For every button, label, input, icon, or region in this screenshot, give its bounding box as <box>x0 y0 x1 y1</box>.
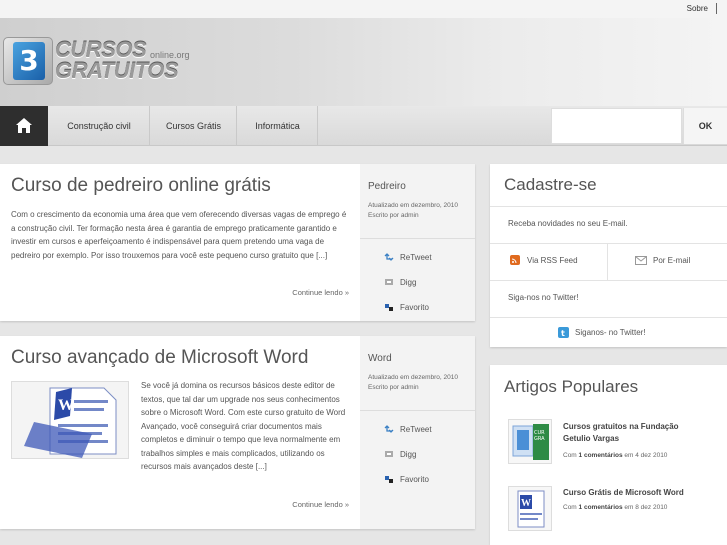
post-updated: Atualizado em dezembro, 2010 Escrito por… <box>368 373 458 392</box>
meta-date: em 4 dez 2010 <box>622 452 668 459</box>
retweet-icon <box>384 425 394 433</box>
favorite-icon <box>385 476 393 483</box>
popular-thumbnail-image: W <box>517 490 545 528</box>
rss-feed-link[interactable]: Via RSS Feed <box>527 256 578 265</box>
post-author: Escrito por admin <box>368 211 419 219</box>
continue-reading-link[interactable]: Continue lendo » <box>292 500 349 509</box>
meta-date: em 8 dez 2010 <box>622 504 668 511</box>
mail-icon <box>635 256 647 265</box>
continue-reading-link[interactable]: Continue lendo » <box>292 288 349 297</box>
signup-title: Cadastre-se <box>504 175 597 194</box>
thumbnail-float-spacer <box>11 379 141 461</box>
site-logo[interactable]: 3 CURSOS online.org GRATUITOS <box>3 37 203 101</box>
popular-thumbnail[interactable]: CUR GRA <box>508 419 552 464</box>
meta-prefix: Com <box>563 452 579 459</box>
search-ok-button[interactable]: OK <box>683 108 727 144</box>
email-info-text: Receba novidades no seu E-mail. <box>508 219 628 228</box>
post-title[interactable]: Curso de pedreiro online grátis <box>11 175 271 197</box>
twitter-info-row: Siga-nos no Twitter! <box>490 280 727 317</box>
signup-panel: Cadastre-se Receba novidades no seu E-ma… <box>490 164 727 347</box>
retweet-link[interactable]: ReTweet <box>400 253 432 262</box>
digg-icon <box>385 279 393 285</box>
post-updated-date: Atualizado em dezembro, 2010 <box>368 202 458 209</box>
svg-text:W: W <box>521 498 531 509</box>
logo-badge: 3 <box>3 37 53 85</box>
logo-line2: GRATUITOS <box>55 58 179 83</box>
post-card: Curso avançado de Microsoft Word W Se vo… <box>0 336 475 529</box>
post-updated-date: Atualizado em dezembro, 2010 <box>368 374 458 381</box>
email-subscribe-link[interactable]: Por E-mail <box>653 256 690 265</box>
digg-link[interactable]: Digg <box>400 278 416 287</box>
home-button[interactable] <box>0 106 48 146</box>
email-info-row: Receba novidades no seu E-mail. <box>490 206 727 243</box>
favorite-icon <box>385 304 393 311</box>
popular-thumbnail-image: CUR GRA <box>512 424 549 460</box>
digg-icon <box>385 451 393 457</box>
post-author: Escrito por admin <box>368 383 419 391</box>
popular-title: Artigos Populares <box>504 377 639 396</box>
meta-divider <box>360 238 475 239</box>
main-nav: Construção civil Cursos Grátis Informáti… <box>0 106 727 146</box>
post-category[interactable]: Word <box>368 353 392 364</box>
nav-item-construcao-civil[interactable]: Construção civil <box>49 106 150 146</box>
favorite-link[interactable]: Favorito <box>400 475 429 484</box>
post-excerpt: Se você já domina os recursos básicos de… <box>11 379 351 474</box>
retweet-icon <box>384 253 394 261</box>
popular-thumbnail[interactable]: W <box>508 486 552 531</box>
meta-divider <box>360 410 475 411</box>
digg-link[interactable]: Digg <box>400 450 416 459</box>
post-title[interactable]: Curso avançado de Microsoft Word <box>11 347 308 369</box>
popular-article-title[interactable]: Curso Grátis de Microsoft Word <box>563 487 684 499</box>
subscribe-row: Via RSS Feed Por E-mail <box>490 243 727 281</box>
search-input[interactable] <box>551 108 682 144</box>
nav-item-cursos-gratis[interactable]: Cursos Grátis <box>151 106 237 146</box>
popular-article-title-line2: Getulio Vargas <box>563 434 620 443</box>
popular-article-meta: Com 1 comentários em 8 dez 2010 <box>563 504 667 511</box>
twitter-follow-link[interactable]: Siganos- no Twitter! <box>575 328 646 337</box>
post-meta-sidebar: Pedreiro Atualizado em dezembro, 2010 Es… <box>360 164 475 321</box>
popular-article-meta: Com 1 comentários em 4 dez 2010 <box>563 452 667 459</box>
svg-text:t: t <box>561 329 565 338</box>
twitter-icon: t <box>558 327 569 338</box>
site-header: 3 CURSOS online.org GRATUITOS <box>0 18 727 106</box>
nav-item-informatica[interactable]: Informática <box>238 106 318 146</box>
popular-articles-panel: Artigos Populares CUR GRA Cursos gratuit… <box>490 365 727 545</box>
comment-count[interactable]: 1 comentários <box>579 504 623 511</box>
rss-icon <box>510 255 520 265</box>
twitter-info-text: Siga-nos no Twitter! <box>508 293 579 302</box>
popular-article-title[interactable]: Cursos gratuitos na Fundação Getulio Var… <box>563 421 679 445</box>
post-card: Curso de pedreiro online grátis Com o cr… <box>0 164 475 321</box>
svg-text:GRA: GRA <box>534 436 545 442</box>
logo-badge-number: 3 <box>13 42 45 80</box>
sobre-link[interactable]: Sobre <box>687 4 708 13</box>
meta-prefix: Com <box>563 504 579 511</box>
subscribe-divider <box>607 244 608 281</box>
post-excerpt-text: Se você já domina os recursos básicos de… <box>141 381 346 471</box>
comment-count[interactable]: 1 comentários <box>579 452 623 459</box>
post-updated: Atualizado em dezembro, 2010 Escrito por… <box>368 201 458 220</box>
favorite-link[interactable]: Favorito <box>400 303 429 312</box>
top-bar-divider <box>716 3 717 14</box>
popular-article-title-line1: Cursos gratuitos na Fundação <box>563 422 679 431</box>
home-icon <box>16 118 32 133</box>
post-meta-sidebar: Word Atualizado em dezembro, 2010 Escrit… <box>360 336 475 529</box>
post-category[interactable]: Pedreiro <box>368 181 406 192</box>
retweet-link[interactable]: ReTweet <box>400 425 432 434</box>
twitter-link-row: t Siganos- no Twitter! <box>490 317 727 347</box>
post-excerpt: Com o crescimento da economia uma área q… <box>11 210 347 260</box>
top-bar: Sobre <box>0 0 727 18</box>
